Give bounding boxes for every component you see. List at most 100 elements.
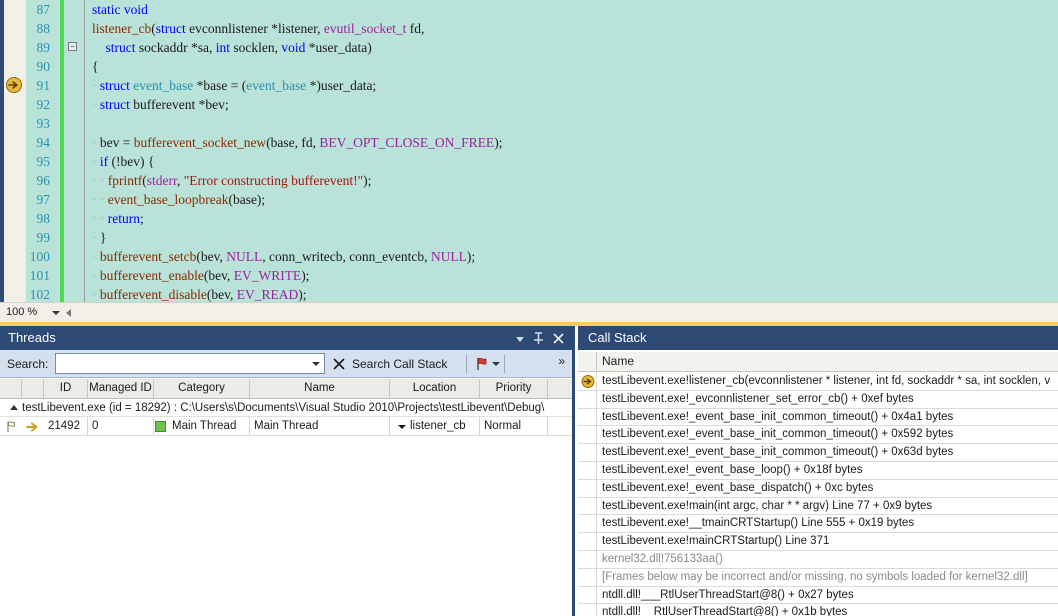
current-frame-arrow-icon bbox=[581, 375, 595, 388]
line-number: 99 bbox=[36, 230, 51, 245]
threads-panel-title: Threads bbox=[8, 330, 56, 345]
code-line[interactable]: 96 · · fprintf(stderr, "Error constructin… bbox=[26, 171, 1058, 190]
code-text: listener_cb(struct evconnlistener *liste… bbox=[92, 21, 425, 36]
changed-line-marker bbox=[60, 152, 64, 171]
code-line[interactable]: 100 · bufferevent_setcb(bev, NULL, conn_w… bbox=[26, 247, 1058, 266]
search-combobox[interactable] bbox=[55, 353, 325, 374]
line-number: 98 bbox=[36, 211, 51, 226]
frame-label: testLibevent.exe!_event_base_init_common… bbox=[602, 428, 954, 441]
scroll-left-arrow-icon[interactable] bbox=[66, 309, 71, 317]
threads-toolbar: Search: Search Call Stack » bbox=[0, 350, 572, 378]
flag-dropdown-chevron-down-icon[interactable] bbox=[492, 362, 500, 366]
search-input[interactable] bbox=[56, 354, 308, 373]
code-line[interactable]: 93 bbox=[26, 114, 1058, 133]
column-header-blank[interactable] bbox=[0, 379, 22, 398]
call-stack-frame-row[interactable]: kernel32.dll!756133aa() bbox=[578, 550, 1058, 569]
call-stack-frame-row[interactable]: testLibevent.exe!_event_base_dispatch() … bbox=[578, 479, 1058, 498]
frame-gutter bbox=[578, 515, 597, 533]
outlining-guide-line bbox=[84, 114, 85, 133]
cell-managed-id: 0 bbox=[88, 417, 154, 435]
call-stack-frame-row[interactable]: [Frames below may be incorrect and/or mi… bbox=[578, 568, 1058, 587]
call-stack-frame-row[interactable]: testLibevent.exe!_event_base_init_common… bbox=[578, 408, 1058, 427]
frame-gutter bbox=[578, 586, 597, 604]
changed-line-marker bbox=[60, 228, 64, 247]
code-line[interactable]: 92 · struct bufferevent *bev; bbox=[26, 95, 1058, 114]
column-header-category[interactable]: Category bbox=[154, 379, 250, 398]
column-header-name[interactable]: Name bbox=[250, 379, 390, 398]
code-text: { bbox=[92, 59, 99, 74]
outlining-guide-line bbox=[84, 247, 85, 266]
code-line[interactable]: 88 listener_cb(struct evconnlistener *lis… bbox=[26, 19, 1058, 38]
call-stack-frame-row[interactable]: testLibevent.exe!mainCRTStartup() Line 3… bbox=[578, 533, 1058, 551]
code-line[interactable]: 99 · } bbox=[26, 228, 1058, 247]
call-stack-gutter-header bbox=[578, 352, 597, 371]
call-stack-frame-row[interactable]: testLibevent.exe!main(int argc, char * *… bbox=[578, 497, 1058, 516]
column-header-blank[interactable] bbox=[22, 379, 44, 398]
code-text: · struct event_base *base = (event_base … bbox=[92, 78, 377, 93]
line-number: 97 bbox=[36, 192, 51, 207]
cell-priority: Normal bbox=[480, 417, 548, 435]
code-line[interactable]: 98 · · return; bbox=[26, 209, 1058, 228]
code-line[interactable]: 101 · bufferevent_enable(bev, EV_WRITE); bbox=[26, 266, 1058, 285]
code-line[interactable]: 90 { bbox=[26, 57, 1058, 76]
call-stack-frame-row[interactable]: ntdll.dll!__RtlUserThreadStart@8() + 0x1… bbox=[578, 604, 1058, 616]
line-number: 100 bbox=[29, 249, 50, 264]
code-text: · struct bufferevent *bev; bbox=[92, 97, 229, 112]
collapse-chevron-up-icon[interactable] bbox=[10, 405, 18, 410]
frame-label: ntdll.dll!___RtlUserThreadStart@8() + 0x… bbox=[602, 588, 854, 601]
changed-line-marker bbox=[60, 209, 64, 228]
column-header-location[interactable]: Location bbox=[390, 379, 480, 398]
chevron-down-icon[interactable] bbox=[52, 311, 60, 315]
frame-gutter bbox=[578, 479, 597, 497]
code-line[interactable]: 97 · · event_base_loopbreak(base); bbox=[26, 190, 1058, 209]
search-call-stack-button[interactable]: Search Call Stack bbox=[352, 357, 447, 371]
code-line[interactable]: 95 · if (!bev) { bbox=[26, 152, 1058, 171]
code-editor[interactable]: 87 static void 88 listener_cb(struct evconn… bbox=[0, 0, 1058, 302]
frame-label: ntdll.dll!__RtlUserThreadStart@8() + 0x1… bbox=[602, 606, 848, 616]
changed-line-marker bbox=[60, 38, 64, 57]
close-icon[interactable] bbox=[551, 331, 566, 346]
call-stack-frame-row[interactable]: testLibevent.exe!_event_base_init_common… bbox=[578, 426, 1058, 445]
code-line[interactable]: 91 · struct event_base *base = (event_bas… bbox=[26, 76, 1058, 95]
call-stack-frame-list[interactable]: testLibevent.exe!listener_cb(evconnliste… bbox=[578, 373, 1058, 616]
outlining-guide-line bbox=[84, 190, 85, 209]
clear-search-x-icon[interactable] bbox=[332, 357, 346, 371]
changed-line-marker bbox=[60, 57, 64, 76]
call-stack-frame-row[interactable]: ntdll.dll!___RtlUserThreadStart@8() + 0x… bbox=[578, 586, 1058, 605]
zoom-level-value[interactable]: 100 % bbox=[6, 306, 37, 318]
code-line[interactable]: 94 · bev = bufferevent_socket_new(base, f… bbox=[26, 133, 1058, 152]
threads-grid-body[interactable]: testLibevent.exe (id = 18292) : C:\Users… bbox=[0, 400, 572, 616]
code-line[interactable]: 87 static void bbox=[26, 0, 1058, 19]
changed-line-marker bbox=[60, 247, 64, 266]
process-group-row[interactable]: testLibevent.exe (id = 18292) : C:\Users… bbox=[0, 400, 572, 417]
flag-icon[interactable] bbox=[474, 356, 490, 372]
code-line[interactable]: 89 − struct sockaddr *sa, int socklen, vo… bbox=[26, 38, 1058, 57]
table-row[interactable]: 21492 0 Main Thread Main Thread listener… bbox=[0, 417, 572, 436]
cell-name: Main Thread bbox=[250, 417, 390, 435]
column-header-name: Name bbox=[602, 354, 635, 368]
toolbar-overflow-button[interactable]: » bbox=[558, 354, 566, 368]
call-stack-frame-row[interactable]: testLibevent.exe!__tmainCRTStartup() Lin… bbox=[578, 515, 1058, 534]
outlining-guide-line bbox=[84, 152, 85, 171]
window-menu-chevron-down-icon[interactable] bbox=[513, 331, 528, 346]
code-text: · bufferevent_enable(bev, EV_WRITE); bbox=[92, 268, 310, 283]
call-stack-frame-row[interactable]: testLibevent.exe!_evconnlistener_set_err… bbox=[578, 390, 1058, 409]
call-stack-frame-row[interactable]: testLibevent.exe!_event_base_init_common… bbox=[578, 444, 1058, 462]
threads-grid-header: ID Managed ID Category Name Location Priority bbox=[0, 379, 572, 399]
code-text: · bufferevent_disable(bev, EV_READ); bbox=[92, 287, 307, 302]
flag-outline-icon[interactable] bbox=[5, 420, 18, 433]
editor-text-area[interactable]: 87 static void 88 listener_cb(struct evconn… bbox=[26, 0, 1058, 302]
column-header-managed-id[interactable]: Managed ID bbox=[88, 379, 154, 398]
chevron-down-icon[interactable] bbox=[312, 362, 320, 366]
changed-line-marker bbox=[60, 0, 64, 19]
frame-gutter bbox=[578, 497, 597, 515]
collapse-toggle-icon[interactable]: − bbox=[68, 42, 77, 51]
call-stack-frame-row[interactable]: testLibevent.exe!listener_cb(evconnliste… bbox=[578, 373, 1058, 391]
column-header-id[interactable]: ID bbox=[44, 379, 88, 398]
outlining-guide-line bbox=[84, 57, 85, 76]
code-text: struct sockaddr *sa, int socklen, void *… bbox=[105, 40, 372, 55]
code-line[interactable]: 102 · bufferevent_disable(bev, EV_READ); bbox=[26, 285, 1058, 302]
pin-icon[interactable] bbox=[531, 331, 546, 346]
column-header-priority[interactable]: Priority bbox=[480, 379, 548, 398]
call-stack-frame-row[interactable]: testLibevent.exe!_event_base_loop() + 0x… bbox=[578, 461, 1058, 480]
